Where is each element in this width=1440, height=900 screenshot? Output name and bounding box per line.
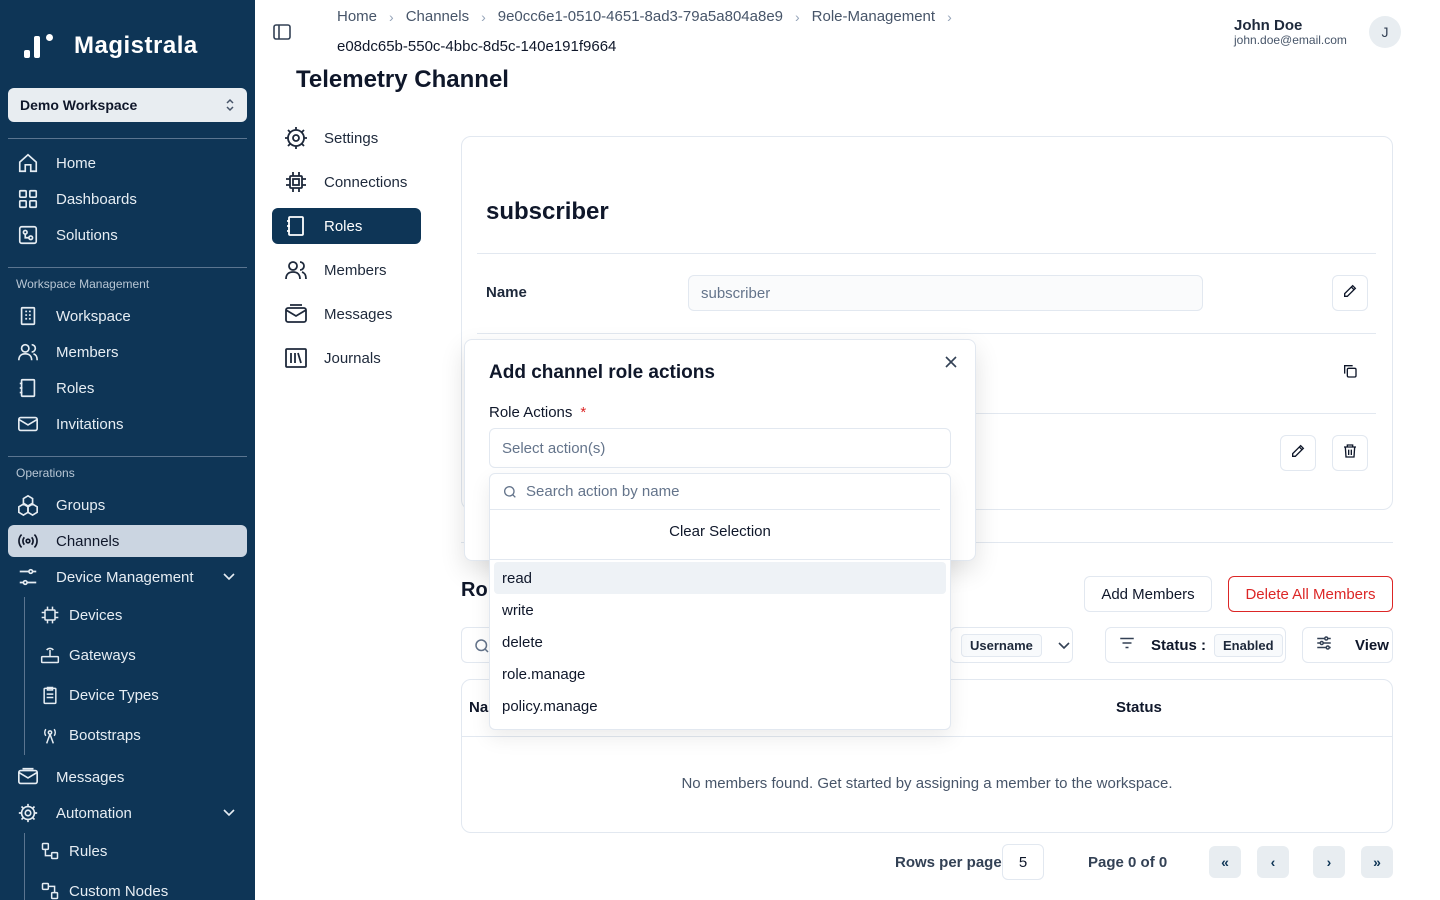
- dialog-title: Add channel role actions: [489, 362, 715, 383]
- action-search: [490, 474, 940, 510]
- search-icon: [502, 484, 518, 500]
- option-write[interactable]: write: [494, 594, 946, 626]
- action-search-input[interactable]: [526, 483, 926, 500]
- option-policy-manage[interactable]: policy.manage: [494, 690, 946, 722]
- role-actions-label: Role Actions *: [489, 404, 586, 421]
- required-mark: *: [580, 404, 587, 421]
- role-actions-label-text: Role Actions: [489, 404, 573, 421]
- option-delete[interactable]: delete: [494, 626, 946, 658]
- option-read[interactable]: read: [494, 562, 946, 594]
- close-icon: [945, 355, 957, 373]
- close-button[interactable]: [940, 353, 962, 375]
- divider: [490, 559, 950, 560]
- role-actions-select[interactable]: Select action(s): [489, 428, 951, 468]
- option-role-manage[interactable]: role.manage: [494, 658, 946, 690]
- clear-selection-button[interactable]: Clear Selection: [490, 523, 950, 540]
